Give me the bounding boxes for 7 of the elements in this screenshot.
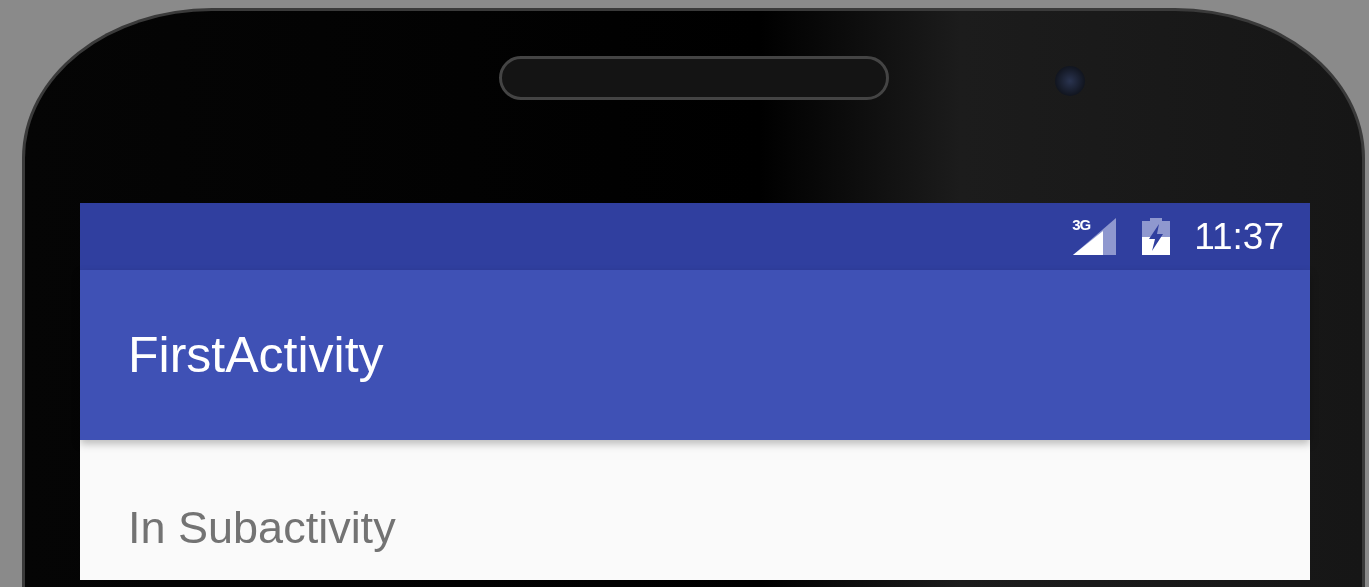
app-bar-title: FirstActivity xyxy=(128,326,384,384)
signal-icon xyxy=(1073,218,1118,255)
battery-charging-icon xyxy=(1140,218,1173,255)
content-text: In Subactivity xyxy=(128,502,396,553)
network-type-label: 3G xyxy=(1072,216,1091,233)
camera-lens xyxy=(1055,66,1085,96)
clock-time: 11:37 xyxy=(1194,215,1284,258)
